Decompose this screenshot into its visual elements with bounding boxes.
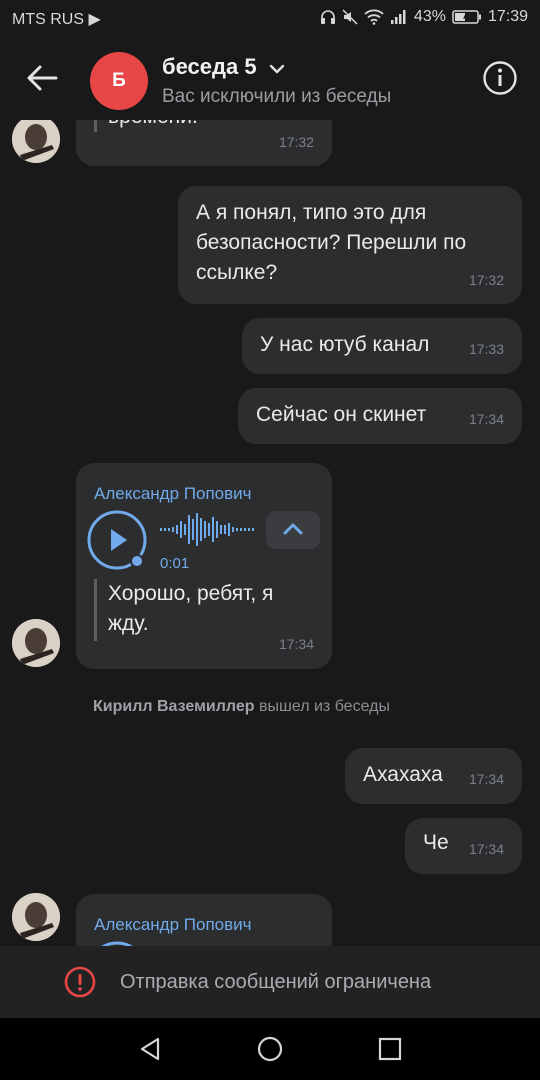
message-bubble-outgoing[interactable]: У нас ютуб канал 17:33 <box>242 318 522 374</box>
battery-icon <box>452 10 481 24</box>
back-arrow-icon[interactable] <box>22 62 62 94</box>
voice-duration: 0:01 <box>160 555 190 572</box>
message-text: У нас ютуб канал <box>260 333 430 356</box>
sender-name[interactable]: Александр Попович <box>94 910 252 940</box>
message-bubble-incoming[interactable]: Александр Попович 0:01 Хорошо, ребят, я … <box>76 463 332 669</box>
chat-title[interactable]: беседа 5 <box>162 54 257 80</box>
reply-bar <box>94 120 97 132</box>
message-time: 17:32 <box>468 272 504 288</box>
message-text: А я понял, типо это для безопасности? Пе… <box>196 201 467 284</box>
waveform-icon[interactable] <box>160 509 256 549</box>
system-message: Кирилл Ваземиллер вышел из беседы <box>93 698 390 716</box>
avatar[interactable] <box>12 893 60 941</box>
transcript-bar <box>94 579 97 641</box>
nav-recents-icon[interactable] <box>376 1035 404 1063</box>
nav-home-icon[interactable] <box>256 1035 284 1063</box>
message-bubble-outgoing[interactable]: Ахахаха 17:34 <box>345 748 522 804</box>
system-user-name[interactable]: Кирилл Ваземиллер <box>93 698 255 715</box>
status-icons: 43% 17:39 <box>320 8 528 26</box>
play-icon[interactable] <box>86 509 148 571</box>
message-bubble-outgoing[interactable]: Сейчас он скинет 17:34 <box>238 388 522 444</box>
headphones-icon <box>320 10 335 24</box>
message-text: Че <box>423 831 449 854</box>
chat-subtitle: Вас исключили из беседы <box>162 86 392 107</box>
message-text: Сейчас он скинет <box>256 403 427 426</box>
battery-percent: 43% <box>413 8 446 25</box>
message-bubble-incoming[interactable]: Александр Попович <box>76 894 332 946</box>
info-icon[interactable] <box>482 60 518 96</box>
message-bubble-outgoing[interactable]: А я понял, типо это для безопасности? Пе… <box>178 186 522 304</box>
chevron-down-icon[interactable] <box>268 62 286 76</box>
message-text: Ахахаха <box>363 763 443 786</box>
system-nav-bar <box>0 1018 540 1080</box>
system-action: вышел из беседы <box>258 698 390 715</box>
message-bubble-outgoing[interactable]: Че 17:34 <box>405 818 522 874</box>
mute-icon <box>342 9 358 25</box>
sender-name[interactable]: Александр Попович <box>94 479 252 509</box>
signal-icon <box>390 10 406 24</box>
chat-avatar[interactable]: Б <box>90 52 148 110</box>
carrier-label: MTS RUS ▶ <box>12 11 101 28</box>
message-list[interactable]: времени. 17:32 А я понял, типо это для б… <box>0 120 540 946</box>
message-time: 17:34 <box>468 771 504 787</box>
warning-icon <box>64 966 96 998</box>
composer-restricted-bar: Отправка сообщений ограничена <box>0 946 540 1018</box>
message-text: времени. <box>108 120 198 132</box>
chevron-up-icon <box>283 523 303 535</box>
avatar[interactable] <box>12 619 60 667</box>
message-time: 17:32 <box>278 134 314 150</box>
avatar[interactable] <box>12 120 60 163</box>
status-bar: MTS RUS ▶ 43% 17:39 <box>0 0 540 36</box>
message-time: 17:34 <box>468 411 504 427</box>
transcript-toggle-button[interactable] <box>266 511 320 549</box>
restricted-message: Отправка сообщений ограничена <box>120 971 432 993</box>
nav-back-icon[interactable] <box>136 1035 164 1063</box>
wifi-icon <box>364 9 384 25</box>
message-time: 17:34 <box>468 841 504 857</box>
message-time: 17:33 <box>468 341 504 357</box>
chat-header: Б беседа 5 Вас исключили из беседы <box>0 36 540 120</box>
clock: 17:39 <box>487 8 528 25</box>
message-bubble-incoming[interactable]: времени. 17:32 <box>76 120 332 166</box>
message-time: 17:34 <box>278 636 314 652</box>
